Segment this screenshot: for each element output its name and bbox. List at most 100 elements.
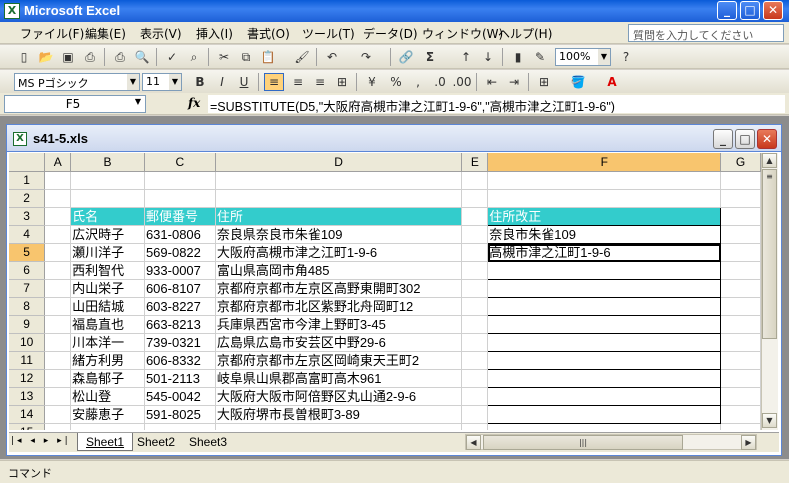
cell-f5[interactable]: 高槻市津之江町1-9-6 — [487, 243, 722, 262]
cell-c1[interactable] — [144, 171, 216, 190]
help-icon[interactable]: ? — [616, 48, 636, 66]
cell-b6[interactable]: 西利智代 — [70, 261, 145, 280]
cell-c12[interactable]: 501-2113 — [144, 369, 216, 388]
cell-a11[interactable] — [44, 351, 72, 370]
permission-icon[interactable]: ⎙ — [80, 48, 100, 66]
cell-e1[interactable] — [461, 171, 489, 190]
scroll-right-icon[interactable]: ▶ — [741, 435, 756, 450]
cell-f11[interactable] — [487, 351, 722, 370]
cell-b4[interactable]: 広沢時子 — [70, 225, 145, 244]
research-icon[interactable]: ⌕ — [184, 48, 204, 66]
cell-b8[interactable]: 山田結城 — [70, 297, 145, 316]
cell-b5[interactable]: 瀬川洋子 — [70, 243, 145, 262]
bold-icon[interactable]: B — [190, 73, 210, 91]
cell-e5[interactable] — [461, 243, 489, 262]
horizontal-scrollbar[interactable]: ◀ ||| ▶ — [465, 434, 757, 450]
tab-navigation-icon[interactable]: |◂ ◂ ▸ ▸| — [11, 436, 71, 446]
undo-icon[interactable]: ↶ — [322, 48, 342, 66]
cell-d12[interactable]: 岐阜県山県郡高富町高木961 — [215, 369, 463, 388]
minimize-button[interactable]: _ — [717, 1, 737, 20]
cell-c5[interactable]: 569-0822 — [144, 243, 216, 262]
align-left-icon[interactable]: ≡ — [264, 73, 284, 91]
cell-e4[interactable] — [461, 225, 489, 244]
row-header[interactable]: 4 — [9, 225, 46, 244]
scroll-thumb[interactable]: ≡ — [762, 169, 777, 339]
print-preview-icon[interactable]: 🔍 — [132, 48, 152, 66]
row-header[interactable]: 10 — [9, 333, 46, 352]
cell-d11[interactable]: 京都府京都市左京区岡崎東天王町2 — [215, 351, 463, 370]
cell-c11[interactable]: 606-8332 — [144, 351, 216, 370]
cell-g9[interactable] — [720, 315, 761, 334]
name-box[interactable]: F5 ▼ — [4, 95, 146, 113]
cell-f6[interactable] — [487, 261, 722, 280]
cell-e10[interactable] — [461, 333, 489, 352]
decrease-decimal-icon[interactable]: .00 — [452, 73, 472, 91]
maximize-button[interactable]: □ — [740, 1, 760, 20]
workbook-restore-button[interactable]: □ — [735, 129, 755, 149]
select-all-corner[interactable] — [9, 153, 46, 172]
scroll-up-icon[interactable]: ▲ — [762, 153, 777, 168]
cell-g12[interactable] — [720, 369, 761, 388]
align-right-icon[interactable]: ≡ — [310, 73, 330, 91]
cell-g15[interactable] — [720, 423, 761, 430]
cell-a7[interactable] — [44, 279, 72, 298]
cell-e6[interactable] — [461, 261, 489, 280]
row-header[interactable]: 13 — [9, 387, 46, 406]
cut-icon[interactable]: ✂ — [214, 48, 234, 66]
cell-d15[interactable] — [215, 423, 463, 430]
row-header[interactable]: 15 — [9, 423, 46, 430]
font-name-select[interactable]: MS Pゴシック ▼ — [14, 73, 140, 91]
menu-insert[interactable]: 挿入(I) — [196, 25, 233, 42]
cell-e12[interactable] — [461, 369, 489, 388]
cell-b13[interactable]: 松山登 — [70, 387, 145, 406]
cell-d7[interactable]: 京都府京都市左京区高野東開町302 — [215, 279, 463, 298]
row-header[interactable]: 1 — [9, 171, 46, 190]
cell-f4[interactable]: 奈良市朱雀109 — [487, 225, 722, 244]
cell-a8[interactable] — [44, 297, 72, 316]
cell-g5[interactable] — [720, 243, 761, 262]
scroll-left-icon[interactable]: ◀ — [466, 435, 481, 450]
merge-center-icon[interactable]: ⊞ — [332, 73, 352, 91]
row-header[interactable]: 8 — [9, 297, 46, 316]
cell-f13[interactable] — [487, 387, 722, 406]
cell-c8[interactable]: 603-8227 — [144, 297, 216, 316]
cell-e15[interactable] — [461, 423, 489, 430]
cell-c3[interactable]: 郵便番号 — [144, 207, 216, 226]
cell-g4[interactable] — [720, 225, 761, 244]
column-header-b[interactable]: B — [70, 153, 145, 172]
italic-icon[interactable]: I — [212, 73, 232, 91]
help-search-input[interactable]: 質問を入力してください — [628, 24, 784, 42]
cell-d9[interactable]: 兵庫県西宮市今津上野町3-45 — [215, 315, 463, 334]
menu-view[interactable]: 表示(V) — [140, 25, 182, 42]
cell-e9[interactable] — [461, 315, 489, 334]
cell-f9[interactable] — [487, 315, 722, 334]
drawing-icon[interactable]: ✎ — [530, 48, 550, 66]
underline-icon[interactable]: U — [234, 73, 254, 91]
row-header[interactable]: 9 — [9, 315, 46, 334]
cell-g14[interactable] — [720, 405, 761, 424]
chevron-down-icon[interactable]: ▼ — [169, 74, 181, 90]
align-center-icon[interactable]: ≡ — [288, 73, 308, 91]
cell-g8[interactable] — [720, 297, 761, 316]
cell-d13[interactable]: 大阪府大阪市阿倍野区丸山通2-9-6 — [215, 387, 463, 406]
increase-decimal-icon[interactable]: .0 — [430, 73, 450, 91]
paste-icon[interactable]: 📋 — [258, 48, 278, 66]
workbook-minimize-button[interactable]: _ — [713, 129, 733, 149]
column-header-e[interactable]: E — [461, 153, 489, 172]
cell-b1[interactable] — [70, 171, 145, 190]
cell-d5[interactable]: 大阪府高槻市津之江町1-9-6 — [215, 243, 463, 262]
cell-f15[interactable] — [487, 423, 722, 430]
cell-b14[interactable]: 安藤恵子 — [70, 405, 145, 424]
cell-c10[interactable]: 739-0321 — [144, 333, 216, 352]
cell-a9[interactable] — [44, 315, 72, 334]
column-header-f[interactable]: F — [487, 153, 722, 172]
cell-f2[interactable] — [487, 189, 722, 208]
font-size-select[interactable]: 11 ▼ — [142, 73, 182, 91]
cell-a4[interactable] — [44, 225, 72, 244]
row-header[interactable]: 12 — [9, 369, 46, 388]
cell-d14[interactable]: 大阪府堺市長曽根町3-89 — [215, 405, 463, 424]
chevron-down-icon[interactable]: ▼ — [135, 97, 141, 106]
close-button[interactable]: ✕ — [763, 1, 783, 20]
cell-f14[interactable] — [487, 405, 722, 424]
fill-color-icon[interactable]: 🪣 — [568, 73, 588, 91]
